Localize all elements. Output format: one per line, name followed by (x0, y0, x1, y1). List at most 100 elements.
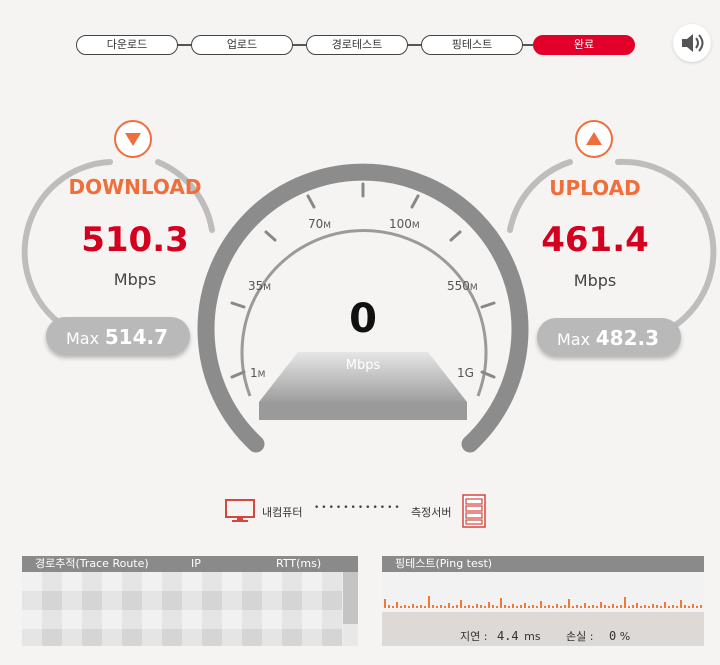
ping-bar (580, 606, 582, 608)
ping-bar (656, 605, 658, 608)
ping-bar (688, 606, 690, 608)
ping-bar (388, 605, 390, 608)
ping-bar (404, 605, 406, 608)
trace-scrollbar-track[interactable] (343, 624, 358, 646)
ping-bar (648, 606, 650, 608)
download-unit: Mbps (113, 270, 157, 289)
my-computer-label: 내컴퓨터 (262, 506, 303, 519)
upload-value: 461.4 (541, 220, 649, 260)
ping-bar (588, 606, 590, 608)
ping-latency-label: 지연 : (460, 630, 488, 643)
ping-latency: 지연 : 4.4 ms (460, 628, 541, 644)
computer-icon (224, 498, 256, 528)
ping-bar (452, 606, 454, 608)
ping-bar (660, 606, 662, 608)
trace-route-header: 경로추적(Trace Route) IP RTT(ms) (22, 556, 358, 572)
ping-bar (564, 605, 566, 608)
ping-bar (392, 606, 394, 608)
ping-bar (488, 602, 490, 608)
ping-bar (536, 606, 538, 608)
ping-bar (556, 604, 558, 608)
ping-bar (472, 606, 474, 608)
download-value: 510.3 (81, 220, 189, 260)
ping-bar (496, 606, 498, 608)
upload-title: UPLOAD (549, 176, 641, 200)
ping-bar (552, 606, 554, 608)
ping-bar (420, 605, 422, 608)
ping-bar (460, 600, 462, 608)
ping-bar (692, 604, 694, 608)
ping-bar (632, 605, 634, 608)
ping-bar (504, 605, 506, 608)
ping-bar (568, 599, 570, 608)
ping-bar (528, 606, 530, 608)
ping-bar (440, 605, 442, 608)
gauge-tick-1g: 1G (457, 366, 474, 380)
upload-unit: Mbps (573, 271, 617, 290)
ping-bar (700, 605, 702, 608)
ping-bar (544, 606, 546, 608)
download-max-value: 514.7 (104, 325, 168, 349)
ping-bar (456, 605, 458, 608)
trace-header-route: 경로추적(Trace Route) (35, 557, 149, 570)
gauge-unit: Mbps (345, 358, 381, 373)
ping-bar (616, 606, 618, 608)
ping-bar (532, 605, 534, 608)
ping-bar (508, 606, 510, 608)
ping-bar (428, 596, 430, 608)
ping-bar (612, 604, 614, 608)
ping-bar (384, 599, 386, 608)
ping-bar (644, 605, 646, 608)
trace-scrollbar-thumb[interactable] (343, 572, 358, 624)
gauge-tick-550m: 550M (447, 279, 478, 293)
trace-route-rows (22, 572, 342, 646)
ping-bar (584, 603, 586, 608)
ping-bar (664, 602, 666, 608)
gauge-current-value: 0 (349, 296, 377, 342)
download-max-box: Max 514.7 (46, 317, 190, 355)
ping-bar (396, 602, 398, 608)
ping-latency-value: 4.4 (496, 629, 519, 643)
ping-bar (596, 606, 598, 608)
ping-loss-unit: % (619, 630, 631, 643)
ping-bar (624, 597, 626, 608)
ping-bar (604, 605, 606, 608)
ping-loss-value: 0 (608, 629, 617, 643)
ping-test-header: 핑테스트(Ping test) (382, 556, 704, 572)
triangle-down-icon (125, 133, 141, 146)
ping-loss: 손실 : 0 % (566, 628, 630, 644)
ping-bar (412, 604, 414, 608)
ping-bar (484, 606, 486, 608)
ping-bar (408, 606, 410, 608)
gauge-tick-100m: 100M (389, 217, 420, 231)
ping-bar (620, 605, 622, 608)
upload-max-value: 482.3 (595, 326, 659, 350)
ping-bar (516, 606, 518, 608)
ping-bar (572, 606, 574, 608)
server-icon (461, 493, 487, 533)
ping-latency-unit: ms (524, 630, 541, 643)
ping-bar (436, 606, 438, 608)
trace-header-rtt: RTT(ms) (276, 557, 322, 570)
upload-indicator (575, 120, 613, 158)
ping-bar (548, 605, 550, 608)
ping-bar (520, 605, 522, 608)
triangle-up-icon (586, 132, 602, 145)
ping-bar (608, 606, 610, 608)
ping-bar (672, 605, 674, 608)
ping-bar (468, 605, 470, 608)
upload-max-box: Max 482.3 (537, 318, 681, 356)
ping-bar (432, 605, 434, 608)
ping-bar (524, 603, 526, 608)
ping-bar (464, 606, 466, 608)
ping-bar (512, 604, 514, 608)
ping-bar (416, 606, 418, 608)
ping-bar (444, 606, 446, 608)
trace-route-panel: 경로추적(Trace Route) IP RTT(ms) (22, 556, 358, 646)
ping-bar (424, 606, 426, 608)
ping-bar (680, 600, 682, 608)
gauge-tick-1m: 1M (250, 366, 266, 380)
ping-bar (600, 602, 602, 608)
ping-bar (640, 606, 642, 608)
ping-bar (560, 606, 562, 608)
